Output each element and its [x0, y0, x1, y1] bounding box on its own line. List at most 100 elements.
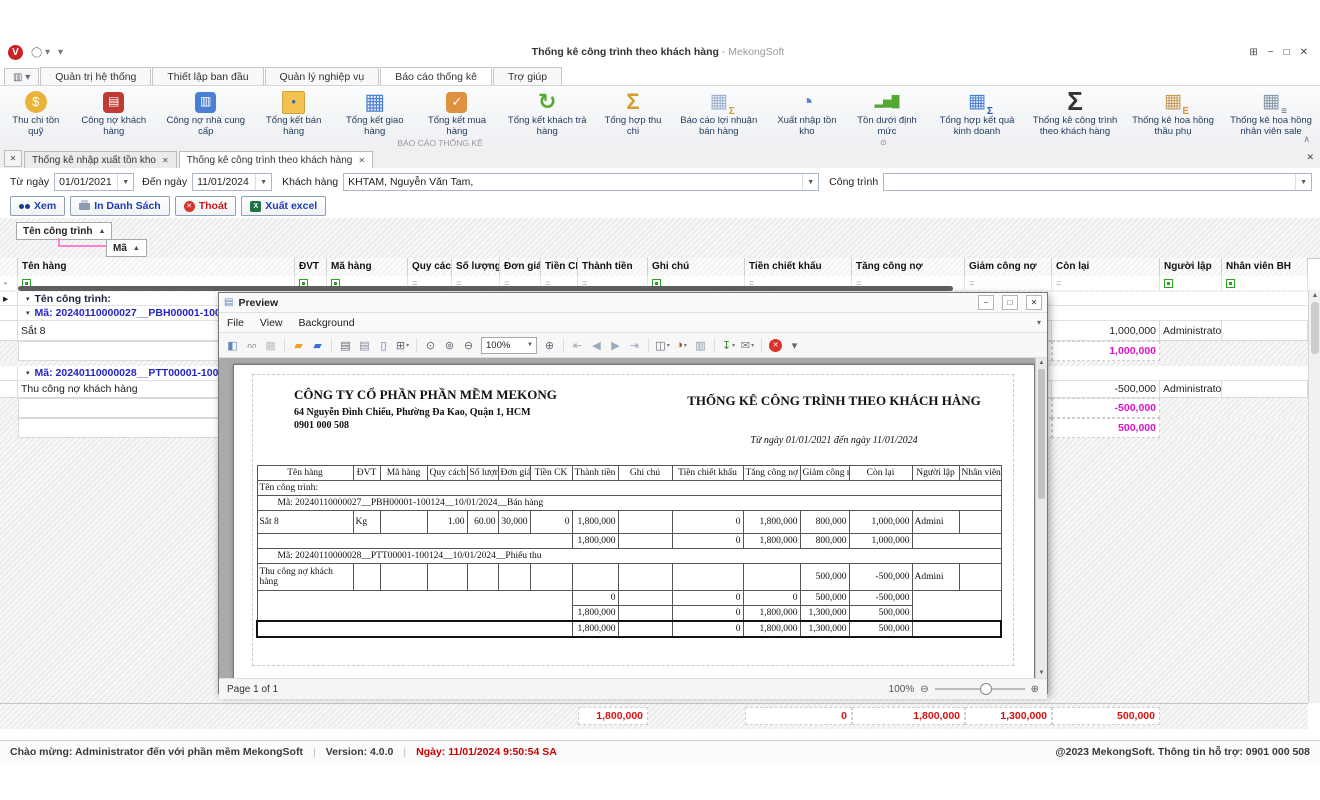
grid-filter-nguoi_lap[interactable]	[1160, 276, 1222, 290]
grid-header-tang_cong_no[interactable]: Tăng công nợ	[852, 258, 965, 276]
email-icon[interactable]: ✉▾	[739, 336, 756, 354]
ribbon-item-11[interactable]: ▂▅█Tồn dưới định mức	[846, 88, 928, 138]
export-icon[interactable]: ↧▾	[720, 336, 737, 354]
group-by-box-project[interactable]: Tên công trình▲	[16, 222, 112, 240]
last-page-icon[interactable]: ⇥	[626, 336, 643, 354]
customer-select[interactable]: KHTAM, Nguyễn Văn Tam,▼	[343, 173, 819, 191]
ribbon-layout-icon[interactable]: ▥ ▾	[4, 68, 39, 85]
preview-menu-overflow-icon[interactable]: ▾	[1037, 318, 1047, 327]
preview-menu-background[interactable]: Background	[291, 317, 363, 329]
zoom-slider[interactable]	[935, 688, 1025, 690]
ribbon-tab-quản-trị-hệ-thống[interactable]: Quản trị hệ thống	[40, 67, 151, 85]
document-tab[interactable]: Thống kê nhập xuất tồn kho✕	[24, 151, 177, 168]
grid-filter-nvbh[interactable]	[1222, 276, 1308, 290]
expand-icon[interactable]: ▾	[26, 309, 30, 317]
customer-caret-icon[interactable]: ▼	[802, 174, 818, 190]
multi-page-icon[interactable]: ◫▾	[654, 336, 671, 354]
ribbon-item-13[interactable]: ΣThống kê công trình theo khách hàng	[1026, 88, 1124, 138]
grid-filter-ind[interactable]: •	[0, 276, 18, 290]
ribbon-item-8[interactable]: ΣTổng hợp thu chi	[596, 88, 670, 138]
next-page-icon[interactable]: ▶	[607, 336, 624, 354]
preview-minimize-button[interactable]: −	[978, 295, 994, 310]
horizontal-scrollbar-thumb[interactable]	[18, 286, 953, 291]
grid-header-nvbh[interactable]: Nhân viên BH	[1222, 258, 1308, 276]
ribbon-item-5[interactable]: ▦Tổng kết giao hàng	[334, 88, 416, 138]
page-setup-icon[interactable]: ▯	[375, 336, 392, 354]
print-list-button[interactable]: In Danh Sách	[70, 196, 170, 216]
group-by-box-code[interactable]: Mã▲	[106, 239, 147, 257]
preview-vertical-scrollbar[interactable]: ▲ ▼	[1035, 358, 1047, 678]
zoom-out-slider-icon[interactable]: ⊖	[920, 684, 928, 695]
quick-access-circle-icon[interactable]: ◯ ▾	[31, 47, 50, 58]
grid-filter-con_lai[interactable]: =	[1052, 276, 1160, 290]
preview-maximize-button[interactable]: □	[1002, 295, 1018, 310]
first-page-icon[interactable]: ⇤	[569, 336, 586, 354]
ribbon-item-14[interactable]: ▦EThống kê hoa hồng thầu phụ	[1124, 88, 1222, 138]
ribbon-item-15[interactable]: ▦≡Thống kê hoa hồng nhân viên sale	[1222, 88, 1320, 138]
ribbon-item-3[interactable]: ▥Công nợ nhà cung cấp	[158, 88, 254, 138]
preview-scrollbar-thumb[interactable]	[1038, 369, 1045, 499]
ribbon-item-2[interactable]: ▤Công nợ khách hàng	[70, 88, 159, 138]
page-color-icon[interactable]: ◑▾	[673, 336, 690, 354]
grid-filter-giam_cong_no[interactable]: =	[965, 276, 1052, 290]
grid-header-tien_ck[interactable]: Tiền CK	[541, 258, 578, 276]
ribbon-tab-trợ-giúp[interactable]: Trợ giúp	[493, 67, 562, 85]
app-logo-icon[interactable]: V	[8, 45, 23, 60]
project-select[interactable]: ▼	[883, 173, 1312, 191]
grid-header-ma_hang[interactable]: Mã hàng	[327, 258, 408, 276]
save-icon[interactable]: ▰	[309, 336, 326, 354]
ribbon-tab-báo-cáo-thống-kê[interactable]: Báo cáo thống kê	[380, 67, 492, 85]
grid-header-thanh_tien[interactable]: Thành tiền	[578, 258, 648, 276]
hand-tool-icon[interactable]: ⊙	[422, 336, 439, 354]
ribbon-collapse-icon[interactable]: ∧	[1303, 134, 1310, 145]
zoom-in-icon[interactable]: ⊕	[541, 336, 558, 354]
preview-close-button[interactable]: ✕	[1026, 295, 1042, 310]
tab-close-icon[interactable]: ✕	[162, 156, 169, 165]
to-date-input[interactable]: 11/01/2024▼	[192, 173, 272, 191]
view-button[interactable]: Xem	[10, 196, 65, 216]
grid-header-ten_hang[interactable]: Tên hàng	[18, 258, 295, 276]
print-icon[interactable]: ▤	[337, 336, 354, 354]
tab-close-icon[interactable]: ✕	[358, 156, 365, 165]
maximize-button[interactable]: □	[1284, 47, 1290, 58]
watermark-icon[interactable]: ▥	[692, 336, 709, 354]
ribbon-item-12[interactable]: ▦ΣTổng hợp kết quả kinh doanh	[928, 88, 1026, 138]
minimize-button[interactable]: −	[1268, 47, 1274, 58]
toolbar-overflow-icon[interactable]: ▾	[786, 336, 803, 354]
grid-header-nguoi_lap[interactable]: Người lập	[1160, 258, 1222, 276]
tabbar-close-icon[interactable]: ✕	[4, 150, 22, 167]
open-icon[interactable]: ▰	[290, 336, 307, 354]
scroll-down-icon[interactable]: ▼	[1036, 670, 1047, 676]
fullscreen-button[interactable]: ⊞	[1249, 47, 1257, 58]
close-preview-icon[interactable]: ✕	[767, 336, 784, 354]
scroll-up-icon[interactable]: ▲	[1036, 358, 1047, 366]
ribbon-group-dialog-icon[interactable]: ⊙	[880, 138, 887, 147]
ribbon-item-7[interactable]: ↻Tổng kết khách trả hàng	[498, 88, 596, 138]
grid-header-giam_cong_no[interactable]: Giảm công nợ	[965, 258, 1052, 276]
zoom-combo[interactable]: 100%▼	[481, 337, 537, 354]
expand-icon[interactable]: ▾	[26, 295, 30, 303]
exit-button[interactable]: ✕Thoát	[175, 196, 237, 216]
zoom-slider-knob[interactable]	[980, 683, 992, 695]
grid-header-quy_cach[interactable]: Quy cách	[408, 258, 452, 276]
close-button[interactable]: ✕	[1300, 47, 1308, 58]
ribbon-item-6[interactable]: ✓Tổng kết mua hàng	[416, 88, 498, 138]
ribbon-item-10[interactable]: ◔Xuất nhập tồn kho	[768, 88, 846, 138]
tabbar-end-close-icon[interactable]: ✕	[1306, 152, 1314, 797]
grid-header-dvt[interactable]: ĐVT	[295, 258, 327, 276]
ribbon-item-4[interactable]: ●Tổng kết bán hàng	[254, 88, 334, 138]
prev-page-icon[interactable]: ◀	[588, 336, 605, 354]
export-excel-button[interactable]: XXuất excel	[241, 196, 326, 216]
preview-title-bar[interactable]: ▤ Preview − □ ✕	[219, 293, 1047, 312]
thumbnails-icon[interactable]: ▦	[262, 336, 279, 354]
quick-access-customize-icon[interactable]: ▾	[58, 47, 63, 58]
quick-print-icon[interactable]: ▤	[356, 336, 373, 354]
document-map-icon[interactable]: ◧	[224, 336, 241, 354]
expand-icon[interactable]: ▾	[26, 369, 30, 377]
zoom-out-icon[interactable]: ⊖	[460, 336, 477, 354]
preview-menu-file[interactable]: File	[219, 317, 252, 329]
grid-header-ind[interactable]	[0, 258, 18, 276]
to-date-caret-icon[interactable]: ▼	[255, 174, 271, 190]
combo-caret-icon[interactable]: ▼	[527, 342, 536, 348]
scale-icon[interactable]: ⊞▾	[394, 336, 411, 354]
